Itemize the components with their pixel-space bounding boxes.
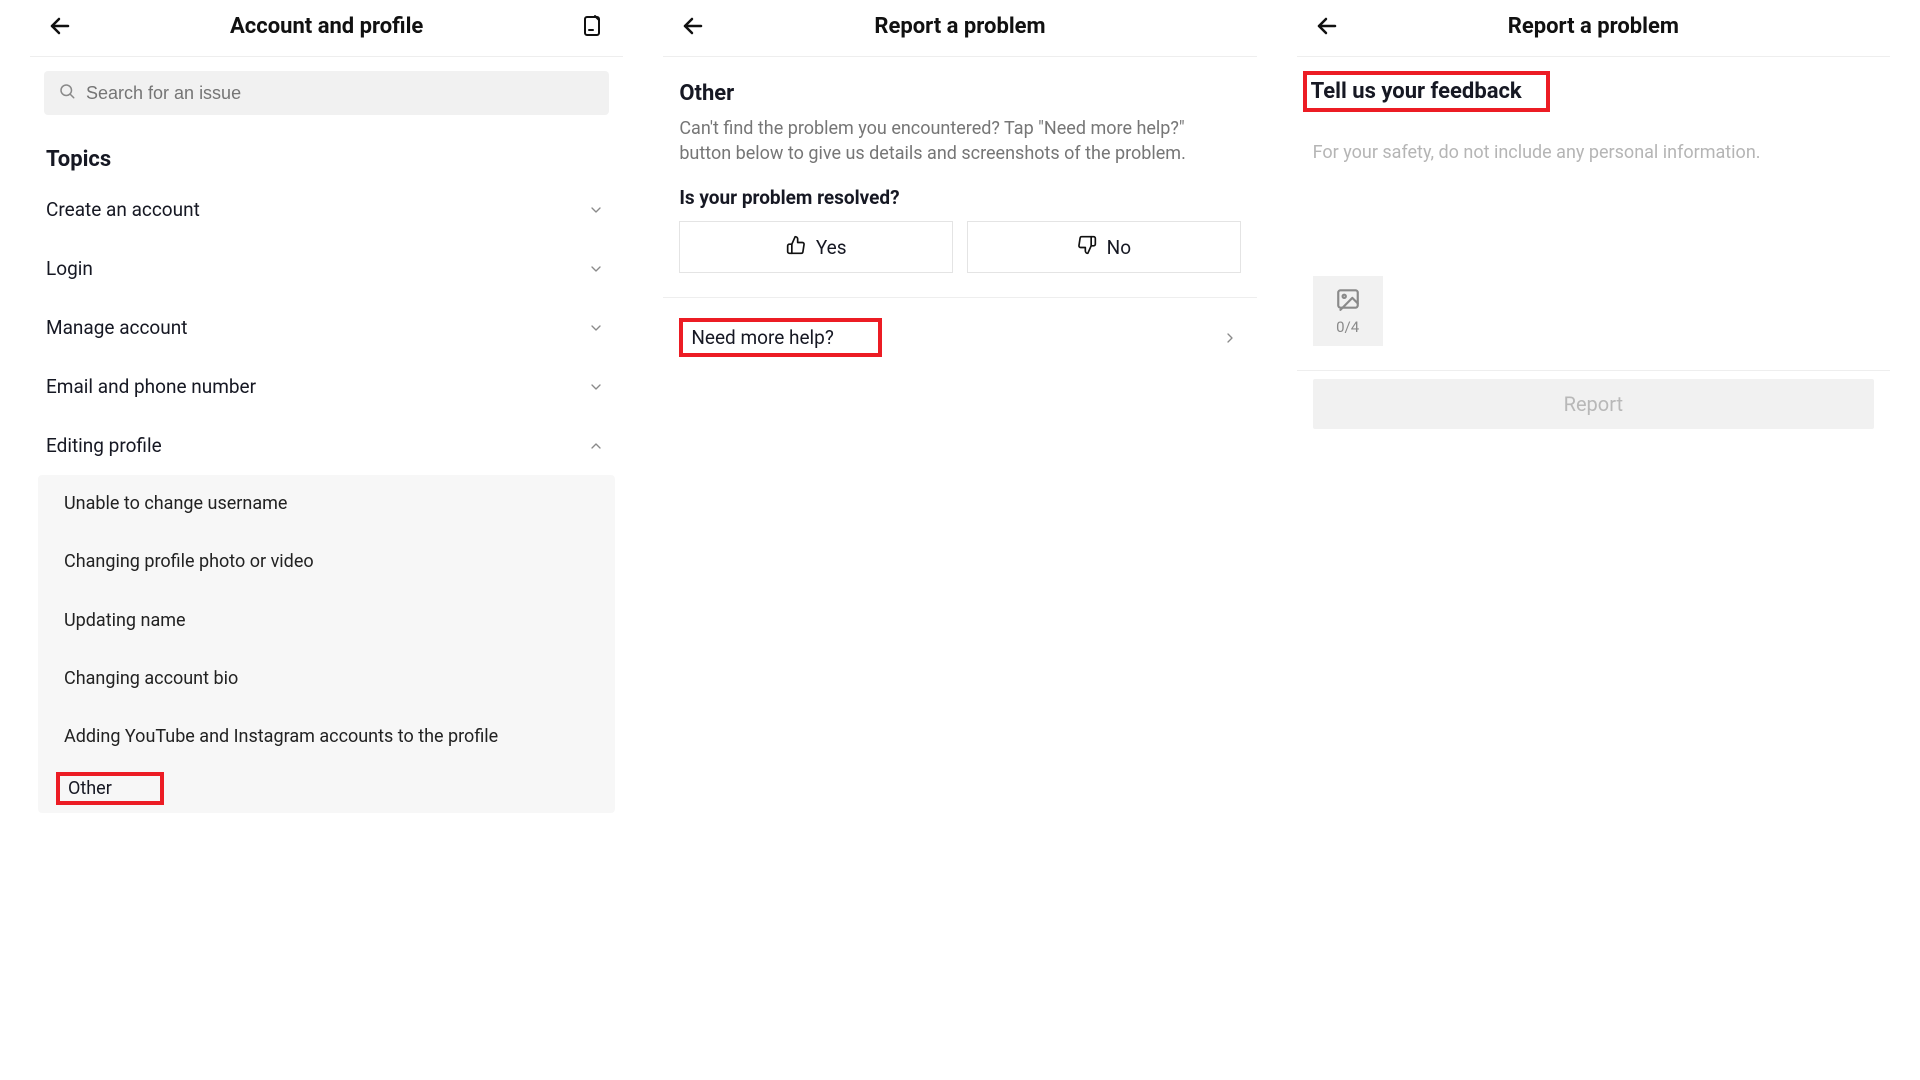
panel-report-other: Report a problem Other Can't find the pr… (663, 0, 1256, 820)
panel-feedback: Report a problem Tell us your feedback F… (1297, 0, 1890, 820)
need-help-label: Need more help? (691, 326, 834, 349)
feedback-textarea[interactable]: For your safety, do not include any pers… (1297, 122, 1890, 272)
back-arrow-icon[interactable] (677, 10, 709, 42)
sub-item-name[interactable]: Updating name (38, 592, 615, 650)
header: Report a problem (1297, 0, 1890, 57)
search-icon (58, 82, 76, 104)
page-title: Account and profile (76, 14, 577, 39)
sub-item-photo[interactable]: Changing profile photo or video (38, 533, 615, 591)
editing-profile-sublist: Unable to change username Changing profi… (38, 475, 615, 813)
header-spacer (1211, 10, 1243, 42)
resolve-question: Is your problem resolved? (663, 186, 1256, 221)
panel-account-profile: Account and profile Topics Create an acc… (30, 0, 623, 820)
topic-label: Manage account (46, 316, 187, 339)
header: Report a problem (663, 0, 1256, 57)
yes-button[interactable]: Yes (679, 221, 953, 273)
page-title: Report a problem (1343, 14, 1844, 39)
other-heading: Other (663, 57, 1256, 116)
report-button[interactable]: Report (1313, 379, 1874, 429)
need-more-help-row[interactable]: Need more help? (663, 300, 1256, 375)
topic-email-phone[interactable]: Email and phone number (30, 357, 623, 416)
topics-heading: Topics (30, 133, 623, 180)
topic-manage-account[interactable]: Manage account (30, 298, 623, 357)
header: Account and profile (30, 0, 623, 57)
no-label: No (1107, 236, 1131, 259)
yes-no-wrap: Yes No (663, 221, 1256, 295)
thumbs-up-icon (786, 235, 806, 260)
search-bar[interactable] (44, 71, 609, 115)
search-input[interactable] (86, 83, 595, 104)
yes-label: Yes (816, 236, 847, 259)
divider (663, 297, 1256, 298)
topic-editing-profile[interactable]: Editing profile (30, 416, 623, 475)
chevron-up-icon (585, 435, 607, 457)
feedback-heading: Tell us your feedback (1303, 71, 1550, 112)
sub-item-bio[interactable]: Changing account bio (38, 650, 615, 708)
header-spacer (1844, 10, 1876, 42)
edit-report-icon[interactable] (577, 10, 609, 42)
sub-item-username[interactable]: Unable to change username (38, 475, 615, 533)
chevron-right-icon (1219, 327, 1241, 349)
divider (1297, 370, 1890, 371)
chevron-down-icon (585, 317, 607, 339)
page-title: Report a problem (709, 14, 1210, 39)
topic-login[interactable]: Login (30, 239, 623, 298)
upload-count: 0/4 (1336, 318, 1359, 336)
thumbs-down-icon (1077, 235, 1097, 260)
other-description: Can't find the problem you encountered? … (663, 116, 1256, 186)
image-icon (1335, 286, 1361, 316)
sub-item-other[interactable]: Other (68, 778, 112, 799)
topic-label: Email and phone number (46, 375, 256, 398)
topic-label: Login (46, 257, 93, 280)
chevron-down-icon (585, 376, 607, 398)
upload-image-button[interactable]: 0/4 (1313, 276, 1383, 346)
chevron-down-icon (585, 258, 607, 280)
topic-label: Editing profile (46, 434, 162, 457)
no-button[interactable]: No (967, 221, 1241, 273)
report-label: Report (1564, 392, 1623, 416)
topic-create-account[interactable]: Create an account (30, 180, 623, 239)
sub-item-social[interactable]: Adding YouTube and Instagram accounts to… (38, 708, 615, 766)
back-arrow-icon[interactable] (1311, 10, 1343, 42)
topic-label: Create an account (46, 198, 200, 221)
chevron-down-icon (585, 199, 607, 221)
back-arrow-icon[interactable] (44, 10, 76, 42)
